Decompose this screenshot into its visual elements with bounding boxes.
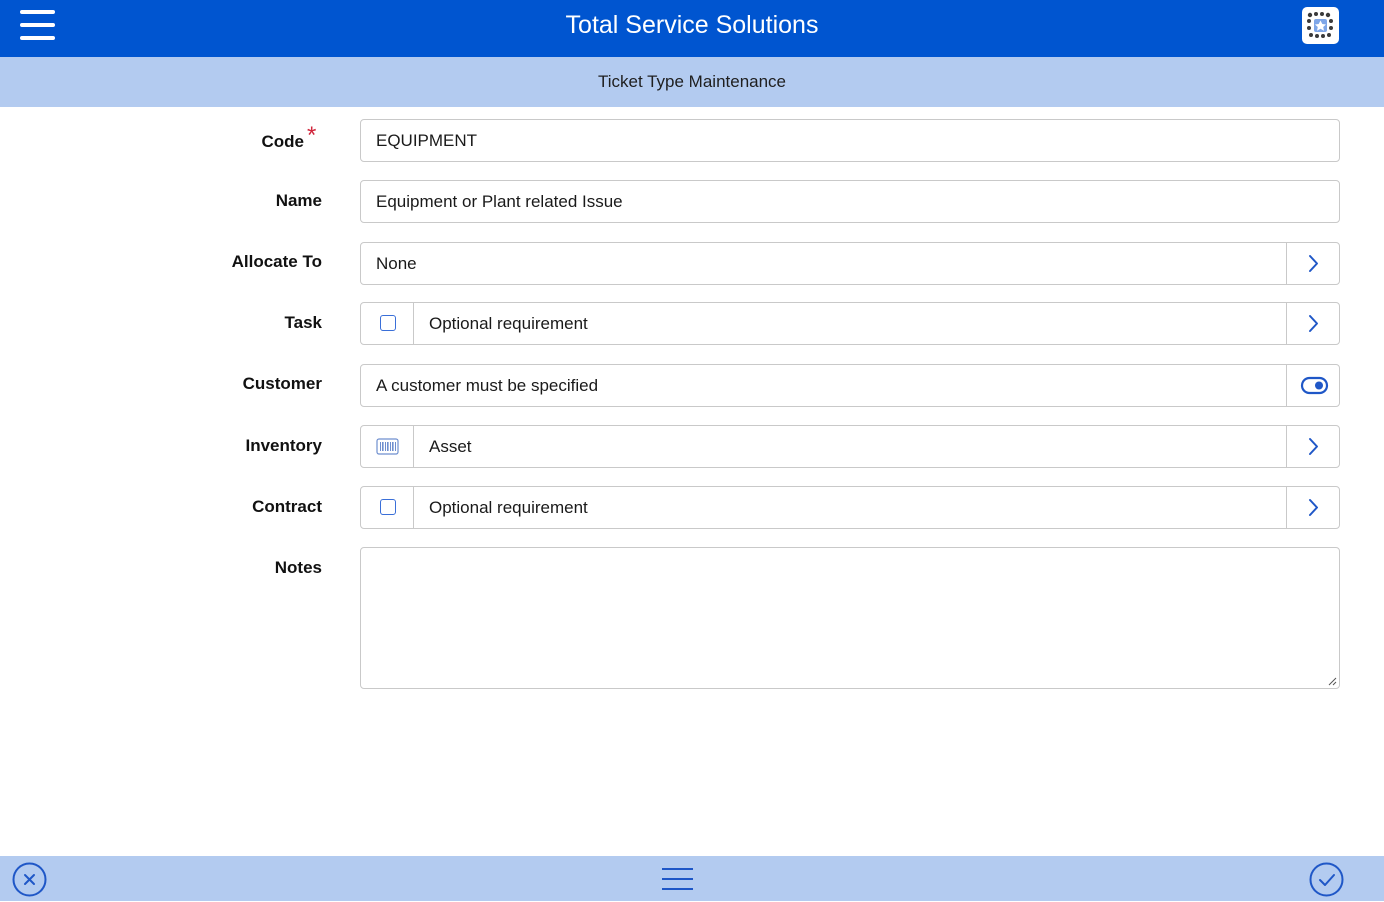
confirm-button[interactable]: [1309, 862, 1344, 897]
code-label: Code: [261, 132, 305, 151]
task-checkbox-cell: [361, 303, 414, 344]
page-subheader: Ticket Type Maintenance: [0, 57, 1384, 107]
chevron-right-icon: [1309, 438, 1318, 455]
inventory-value: Asset: [429, 437, 472, 456]
task-value: Optional requirement: [429, 314, 588, 333]
app-title: Total Service Solutions: [565, 11, 819, 39]
app-logo-icon[interactable]: [1302, 7, 1339, 44]
chevron-right-icon: [1309, 499, 1318, 516]
customer-value: A customer must be specified: [376, 376, 599, 395]
bottom-menu-icon[interactable]: [662, 866, 694, 892]
inventory-barcode-cell[interactable]: [361, 426, 414, 467]
chevron-right-icon: [1309, 255, 1318, 272]
task-field[interactable]: Optional requirement: [360, 302, 1340, 345]
inventory-label: Inventory: [245, 436, 322, 455]
name-label: Name: [275, 191, 322, 210]
check-circle-icon: [1309, 862, 1344, 897]
app-header: Total Service Solutions: [0, 0, 1384, 57]
allocate-to-value: None: [376, 254, 417, 273]
code-value: EQUIPMENT: [376, 131, 478, 150]
contract-checkbox[interactable]: [380, 499, 396, 515]
allocate-to-field[interactable]: None: [360, 242, 1340, 285]
customer-label: Customer: [242, 374, 322, 393]
barcode-icon: [376, 438, 399, 455]
contract-label: Contract: [252, 497, 322, 516]
required-star-icon: *: [307, 122, 317, 149]
contract-checkbox-cell: [361, 487, 414, 528]
customer-field[interactable]: A customer must be specified: [360, 364, 1340, 407]
customer-toggle[interactable]: [1286, 365, 1339, 406]
toggle-on-icon: [1300, 376, 1329, 395]
name-field[interactable]: Equipment or Plant related Issue: [360, 180, 1340, 223]
notes-label: Notes: [274, 558, 322, 577]
contract-value: Optional requirement: [429, 498, 588, 517]
task-checkbox[interactable]: [380, 315, 396, 331]
chevron-right-icon: [1309, 315, 1318, 332]
allocate-to-chevron-button[interactable]: [1286, 243, 1339, 284]
code-field[interactable]: EQUIPMENT: [360, 119, 1340, 162]
name-value: Equipment or Plant related Issue: [376, 192, 623, 211]
bottom-toolbar: [0, 856, 1384, 901]
task-chevron-button[interactable]: [1286, 303, 1339, 344]
page-title: Ticket Type Maintenance: [597, 72, 787, 91]
task-label: Task: [284, 313, 323, 332]
resize-handle-icon[interactable]: [1327, 676, 1337, 686]
contract-chevron-button[interactable]: [1286, 487, 1339, 528]
inventory-chevron-button[interactable]: [1286, 426, 1339, 467]
cancel-button[interactable]: [12, 862, 47, 897]
close-circle-icon: [12, 862, 47, 897]
notes-textarea[interactable]: [360, 547, 1340, 689]
contract-field[interactable]: Optional requirement: [360, 486, 1340, 529]
allocate-to-label: Allocate To: [231, 252, 322, 271]
inventory-field[interactable]: Asset: [360, 425, 1340, 468]
